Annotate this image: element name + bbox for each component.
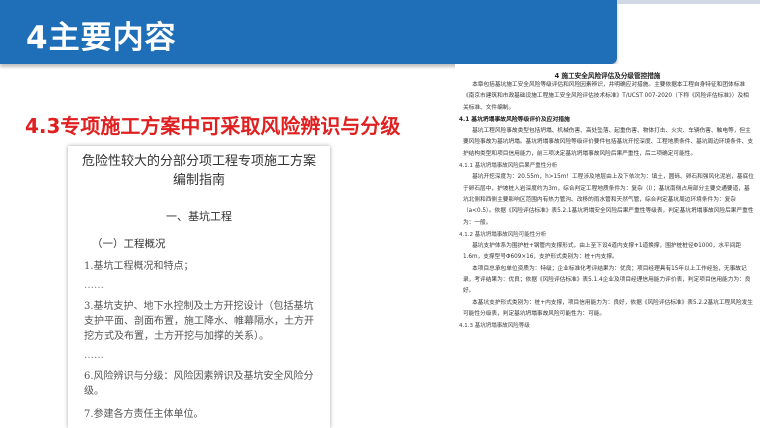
risk-doc-paragraph: 本章包括基坑施工安全风险等级评估和风险因素辨识，并明确应对措施。主要依据本工程自…: [463, 82, 749, 111]
guideline-item-3: 3.基坑支护、地下水控制及土方开挖设计（包括基坑支护平面、剖面布置，施工降水、帷…: [84, 301, 314, 342]
risk-doc-paragraph: 基坑支护体系为围护桩+钢管内支撑形式，由上至下设4道内支撑+1道换撑，围护桩桩径…: [463, 243, 742, 261]
guideline-section-heading: 一、基坑工程: [166, 210, 232, 223]
guideline-ellipsis-1: ……: [84, 280, 104, 291]
top-divider: [617, 0, 760, 4]
risk-doc-heading: 4.1 基坑坍塌事故风险等级评价及应对措施: [459, 116, 570, 123]
risk-doc-paragraph: 本基坑支护形式类别为：桩+内支撑，项目信用能力为：良好，依据《风险评估标准》表5…: [463, 299, 753, 317]
guideline-title-line1: 危险性较大的分部分项工程专项施工方案: [81, 154, 316, 169]
risk-assessment-document-image: 4 施工安全风险评估及分级管控措施 本章包括基坑施工安全风险等级评估和风险因素辨…: [455, 64, 760, 428]
risk-doc-subheading: 4.1.2 基坑坍塌事故风险可能性分析: [459, 231, 547, 238]
guideline-ellipsis-2: ……: [84, 350, 104, 361]
guideline-title-line2: 编制指南: [172, 173, 225, 188]
title-banner: 4主要内容: [0, 0, 617, 64]
guideline-document-image: 危险性较大的分部分项工程专项施工方案 编制指南 一、基坑工程 （一）工程概况 1…: [68, 146, 330, 428]
page-title: 4主要内容: [26, 20, 177, 56]
risk-doc-subheading: 4.1.3 基坑坍塌事故风险等级: [459, 323, 530, 330]
guideline-item-6: 6.风险辨识与分级：风险因素辨识及基坑安全风险分级。: [84, 371, 314, 397]
risk-doc-paragraph: 本项目总承包单位资质为：特级；企业标准化考评结果为：优良；项目经理具有15年以上…: [463, 265, 751, 295]
risk-doc-paragraph: 基坑开挖深度为：20.55m，h>15m！工程涉及地层由上及下依次为：填土，圆砾…: [463, 174, 754, 226]
risk-doc-paragraph: 基坑工程风险事故类型包括坍塌、机械伤害、高处坠落、起重伤害、物体打击、火灾、车辆…: [463, 128, 754, 157]
section-subtitle: 4.3专项施工方案中可采取风险辨识与分级: [25, 114, 401, 138]
guideline-subsection: （一）工程概况: [92, 238, 166, 250]
guideline-item-1: 1.基坑工程概况和特点；: [84, 261, 194, 272]
risk-doc-subheading: 4.1.1 基坑坍塌事故风险后果严重性分析: [459, 163, 558, 170]
risk-doc-title: 4 施工安全风险评估及分级管控措施: [554, 72, 661, 80]
guideline-title: 危险性较大的分部分项工程专项施工方案 编制指南: [68, 152, 330, 190]
guideline-item-7: 7.参建各方责任主体单位。: [84, 409, 204, 420]
